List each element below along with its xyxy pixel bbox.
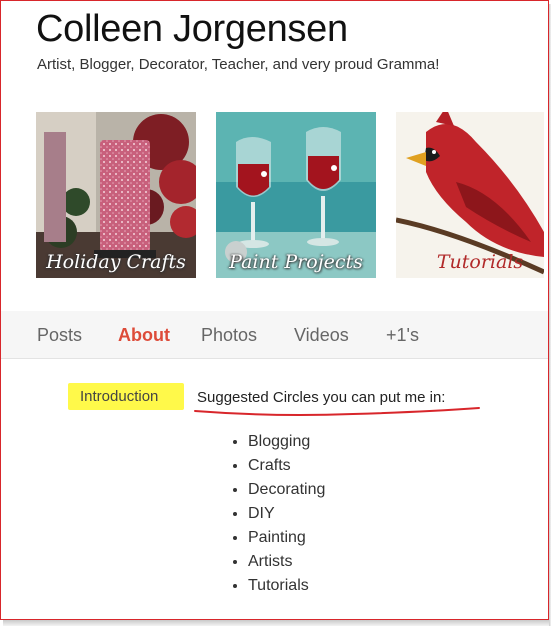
profile-name: Colleen Jorgensen (36, 8, 348, 50)
list-item: Blogging (248, 430, 325, 454)
photo-label: Holiday Crafts (46, 251, 186, 273)
tab-videos[interactable]: Videos (294, 325, 349, 346)
list-item: DIY (248, 502, 325, 526)
photo-label: Paint Projects (229, 251, 363, 273)
photo-holiday-crafts[interactable]: Holiday Crafts (36, 112, 196, 278)
tab-posts[interactable]: Posts (37, 325, 82, 346)
list-item: Artists (248, 550, 325, 574)
suggested-circles-title: Suggested Circles you can put me in: (197, 389, 446, 406)
list-item: Decorating (248, 478, 325, 502)
tab-plus-ones[interactable]: +1's (386, 325, 419, 346)
red-underline-annotation (194, 407, 480, 416)
tab-about[interactable]: About (118, 325, 170, 346)
profile-tab-bar: Posts About Photos Videos +1's (1, 311, 548, 359)
photo-paint-projects[interactable]: Paint Projects (216, 112, 376, 278)
tab-photos[interactable]: Photos (201, 325, 257, 346)
list-item: Painting (248, 526, 325, 550)
list-item: Crafts (248, 454, 325, 478)
photo-label: Tutorials (436, 251, 524, 273)
list-item: Tutorials (248, 574, 325, 598)
photo-tutorials[interactable]: Tutorials (396, 112, 544, 278)
section-label-introduction: Introduction (80, 388, 159, 405)
suggested-circles-list: Blogging Crafts Decorating DIY Painting … (222, 430, 325, 598)
frame-shadow (3, 620, 551, 626)
profile-tagline: Artist, Blogger, Decorator, Teacher, and… (37, 56, 440, 73)
